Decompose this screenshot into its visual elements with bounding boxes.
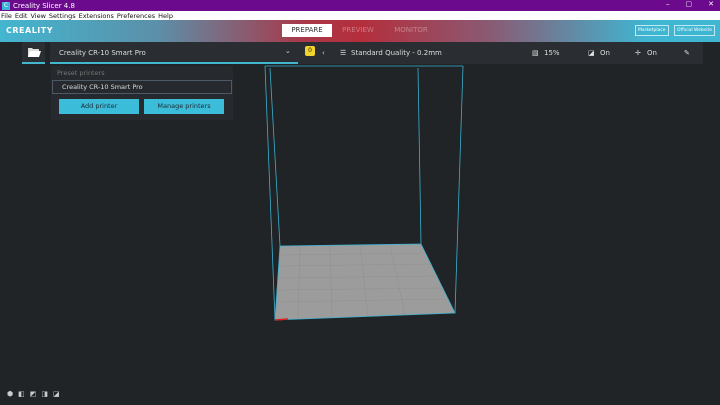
build-volume — [264, 65, 464, 321]
x-axis-indicator — [274, 318, 289, 321]
3d-view-icon[interactable]: ⬢ — [7, 390, 13, 398]
top-view-icon[interactable]: ◩ — [30, 390, 37, 398]
build-plate — [275, 244, 455, 320]
manage-printers-button[interactable]: Manage printers — [144, 99, 224, 114]
view-controls: ⬢ ◧ ◩ ◨ ◪ — [7, 390, 60, 398]
printer-dropdown: Preset printers Creality CR-10 Smart Pro… — [51, 66, 233, 120]
right-view-icon[interactable]: ◪ — [53, 390, 60, 398]
add-printer-button[interactable]: Add printer — [59, 99, 139, 114]
preset-printers-label: Preset printers — [57, 69, 105, 77]
front-view-icon[interactable]: ◧ — [18, 390, 25, 398]
printer-list-item[interactable]: Creality CR-10 Smart Pro — [52, 80, 232, 94]
left-view-icon[interactable]: ◨ — [41, 390, 48, 398]
